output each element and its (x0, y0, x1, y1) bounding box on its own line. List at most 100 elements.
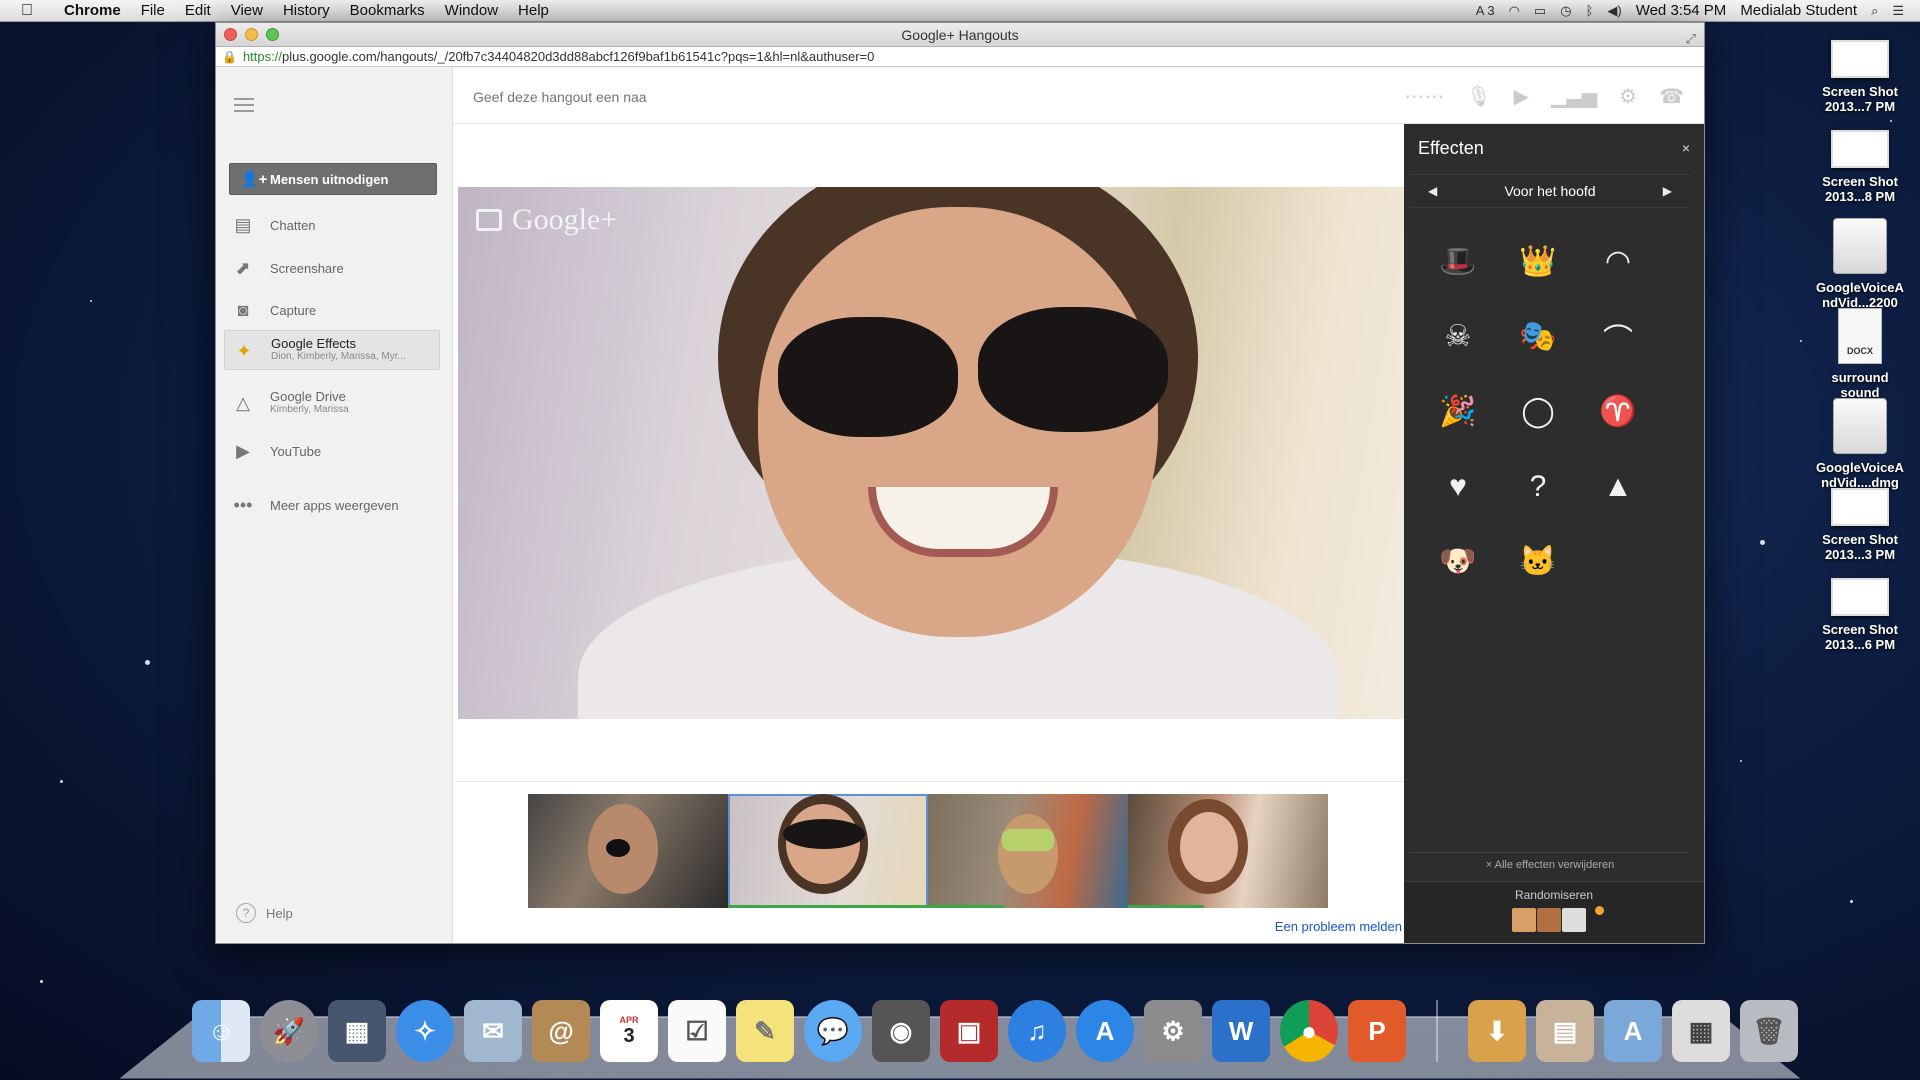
menu-help[interactable]: Help (508, 2, 559, 19)
sidebar-item-chat[interactable]: ▤ Chatten (224, 205, 440, 245)
effect-item[interactable]: ♥ (1418, 449, 1498, 524)
trash-icon[interactable]: 🗑 (1740, 1000, 1798, 1062)
chevron-left-icon[interactable]: ◀ (1428, 184, 1437, 198)
chrome-icon[interactable]: ● (1280, 1000, 1338, 1062)
system-preferences-icon[interactable]: ⚙ (1144, 1000, 1202, 1062)
bluetooth-icon[interactable]: ᛒ (1586, 3, 1594, 18)
menu-window[interactable]: Window (435, 2, 508, 19)
documents-stack-icon[interactable]: ▦ (1672, 1000, 1730, 1062)
powerpoint-icon[interactable]: P (1348, 1000, 1406, 1062)
zoom-window-button[interactable] (266, 28, 279, 41)
effect-item[interactable]: 🐱 (1498, 524, 1578, 599)
effect-item[interactable]: 🎉 (1418, 374, 1498, 449)
mail-icon[interactable]: ✉ (464, 1000, 522, 1062)
mute-microphone-icon[interactable]: 🎙 (1466, 84, 1491, 109)
sidebar-item-capture[interactable]: ◙ Capture (224, 290, 440, 330)
calendar-icon[interactable]: APR 3 (600, 1000, 658, 1062)
clock[interactable]: Wed 3:54 PM (1636, 2, 1727, 19)
applications-stack-icon[interactable]: A (1604, 1000, 1662, 1062)
effect-item[interactable]: ☠ (1418, 299, 1498, 374)
itunes-icon[interactable]: ♫ (1008, 1000, 1066, 1062)
downloads-stack-icon[interactable]: ⬇ (1468, 1000, 1526, 1062)
signal-bars-icon[interactable]: ▁▃▅ (1551, 84, 1597, 109)
desktop-file-icon[interactable]: GoogleVoiceA ndVid....dmg (1810, 398, 1910, 490)
settings-gear-icon[interactable]: ⚙ (1619, 84, 1637, 109)
close-effects-button[interactable]: × (1682, 140, 1690, 156)
app-menu[interactable]: Chrome (54, 2, 131, 19)
random-effect-preview (1512, 908, 1586, 932)
desktop-file-icon[interactable]: Screen Shot 2013...8 PM (1810, 130, 1910, 204)
file-name-line: Screen Shot (1822, 84, 1898, 99)
sidebar-item-google-drive[interactable]: △ Google Drive Kimberly, Marissa (224, 383, 440, 423)
effect-item[interactable]: ▲ (1578, 449, 1658, 524)
time-machine-icon[interactable]: ◷ (1560, 3, 1571, 19)
desktop-file-icon[interactable]: DOCX surround sound (1810, 308, 1910, 400)
apple-menu-icon[interactable]:  (0, 2, 54, 20)
finder-icon[interactable]: ☺ (192, 1000, 250, 1062)
effect-item[interactable]: ♈ (1578, 374, 1658, 449)
randomize-button[interactable]: Randomiseren (1404, 881, 1704, 943)
safari-icon[interactable]: ✧ (396, 1000, 454, 1062)
invite-people-button[interactable]: 👤+ Mensen uitnodigen (229, 163, 437, 195)
volume-icon[interactable]: ◀) (1607, 3, 1621, 19)
reminders-icon[interactable]: ☑ (668, 1000, 726, 1062)
photos-stack-icon[interactable]: ▤ (1536, 1000, 1594, 1062)
chevron-right-icon[interactable]: ▶ (1663, 184, 1672, 198)
mission-control-icon[interactable]: ▦ (328, 1000, 386, 1062)
menu-edit[interactable]: Edit (175, 2, 221, 19)
notes-icon[interactable]: ✎ (736, 1000, 794, 1062)
desktop-file-icon[interactable]: Screen Shot 2013...3 PM (1810, 488, 1910, 562)
app-store-icon[interactable]: A (1076, 1000, 1134, 1062)
effect-item[interactable]: ⌒ (1578, 299, 1658, 374)
bandwidth-dots-icon[interactable]: ⋯⋯ (1404, 84, 1444, 109)
desktop-file-icon[interactable]: Screen Shot 2013...6 PM (1810, 578, 1910, 652)
hang-up-icon[interactable]: ☎ (1659, 84, 1684, 109)
remove-all-effects-button[interactable]: × Alle effecten verwijderen (1410, 852, 1690, 871)
effect-item[interactable]: ◯ (1498, 374, 1578, 449)
sidebar-item-more-apps[interactable]: ••• Meer apps weergeven (224, 485, 440, 525)
notification-center-icon[interactable]: ☰ (1892, 3, 1904, 19)
effect-item[interactable]: 🎭 (1498, 299, 1578, 374)
question-mark-icon: ? (1529, 469, 1547, 503)
spotlight-search-icon[interactable]: ⌕ (1871, 3, 1878, 19)
participant-thumbnail[interactable] (728, 794, 928, 908)
contacts-icon[interactable]: @ (532, 1000, 590, 1062)
address-bar[interactable]: 🔒 https:// plus.google.com/hangouts/_/20… (216, 47, 1704, 67)
menu-history[interactable]: History (273, 2, 340, 19)
minimize-window-button[interactable] (245, 28, 258, 41)
effect-item[interactable]: 🐶 (1418, 524, 1498, 599)
photo-booth-icon[interactable]: ▣ (940, 1000, 998, 1062)
menu-view[interactable]: View (221, 2, 273, 19)
main-video-feed: Google+ (458, 187, 1404, 719)
battery-icon[interactable]: ▭ (1534, 3, 1546, 19)
menu-hamburger-icon[interactable] (234, 98, 254, 116)
hangout-name-input[interactable] (473, 86, 653, 108)
mustache-mask-icon: 🎭 (1519, 320, 1557, 353)
report-problem-link[interactable]: Een probleem melden (1275, 919, 1402, 934)
sidebar-item-screenshare[interactable]: ⬈ Screenshare (224, 248, 440, 288)
word-icon[interactable]: W (1212, 1000, 1270, 1062)
menu-bookmarks[interactable]: Bookmarks (340, 2, 435, 19)
close-window-button[interactable] (224, 28, 237, 41)
sidebar-item-google-effects[interactable]: ✦ Google Effects Dion, Kimberly, Marissa… (224, 330, 440, 370)
menu-file[interactable]: File (131, 2, 175, 19)
participant-thumbnail[interactable] (1128, 794, 1328, 908)
participant-thumbnail[interactable] (928, 794, 1128, 908)
camera-off-icon[interactable]: ▶ (1514, 84, 1529, 109)
fullscreen-icon[interactable]: ⤢ (1686, 27, 1696, 51)
wifi-icon[interactable]: ◠ (1509, 3, 1520, 19)
sidebar-item-youtube[interactable]: ▶ YouTube (224, 431, 440, 471)
participant-thumbnail[interactable] (528, 794, 728, 908)
messages-icon[interactable]: 💬 (804, 1000, 862, 1062)
user-name[interactable]: Medialab Student (1740, 2, 1857, 19)
facetime-icon[interactable]: ◉ (872, 1000, 930, 1062)
help-link[interactable]: ? Help (236, 903, 293, 923)
effect-item[interactable]: ◠ (1578, 224, 1658, 299)
effect-item[interactable]: ? (1498, 449, 1578, 524)
adobe-icon[interactable]: A 3 (1476, 3, 1495, 18)
desktop-file-icon[interactable]: GoogleVoiceA ndVid...2200 (1810, 218, 1910, 310)
launchpad-icon[interactable]: 🚀 (260, 1000, 318, 1062)
effect-item[interactable]: 🎩 (1418, 224, 1498, 299)
desktop-file-icon[interactable]: Screen Shot 2013...7 PM (1810, 40, 1910, 114)
effect-item[interactable]: 👑 (1498, 224, 1578, 299)
